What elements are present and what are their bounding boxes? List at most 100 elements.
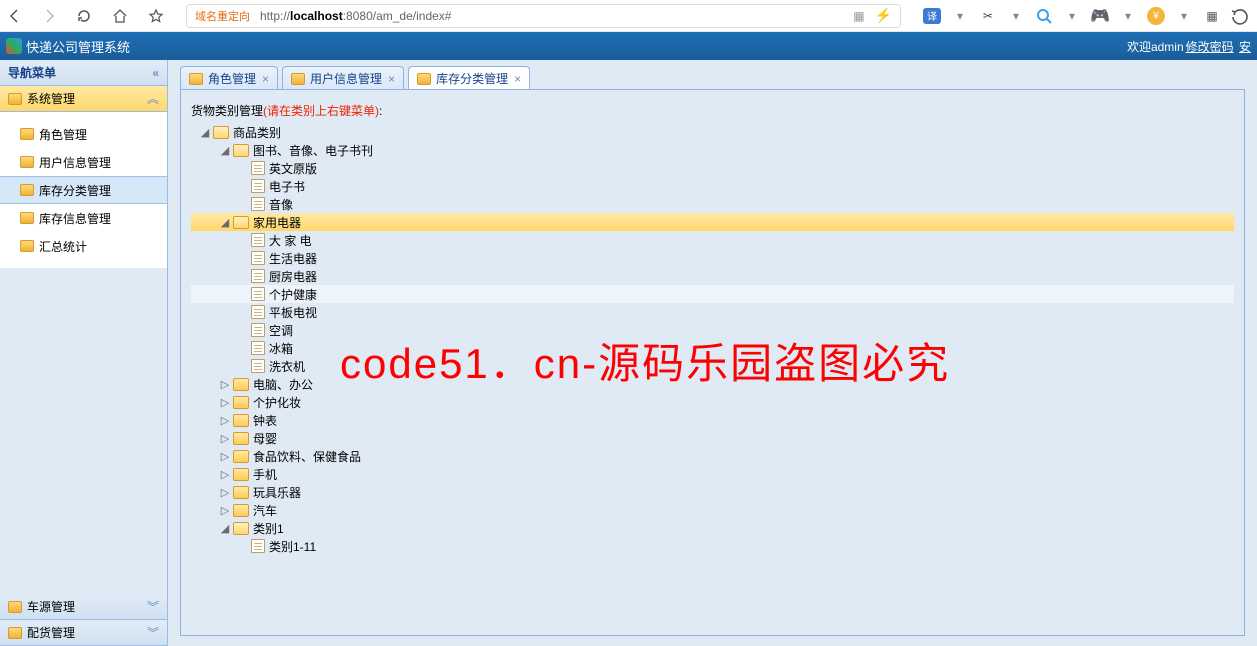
close-icon[interactable]: ×: [514, 72, 521, 86]
expand-icon[interactable]: ▷: [217, 414, 233, 427]
expand-icon[interactable]: ▷: [217, 396, 233, 409]
close-icon[interactable]: ×: [388, 72, 395, 86]
tree-leaf[interactable]: 空调: [191, 321, 1234, 339]
app-title: 快递公司管理系统: [26, 37, 130, 56]
tree-leaf[interactable]: 冰箱: [191, 339, 1234, 357]
tab-stock-category[interactable]: 库存分类管理×: [408, 66, 530, 90]
folder-icon: [20, 128, 34, 140]
tree-leaf[interactable]: 英文原版: [191, 159, 1234, 177]
expand-icon[interactable]: ▷: [217, 378, 233, 391]
tree-node-food[interactable]: ▷食品饮料、保健食品: [191, 447, 1234, 465]
page-icon: [251, 539, 265, 553]
chevron-up-icon: ︽: [147, 90, 159, 107]
expand-icon[interactable]: ▷: [217, 450, 233, 463]
content-panel: 货物类别管理(请在类别上右键菜单): ◢商品类别 ◢图书、音像、电子书刊 英文原…: [180, 89, 1245, 636]
tree-node-toy[interactable]: ▷玩具乐器: [191, 483, 1234, 501]
accordion-system-management[interactable]: 系统管理 ︽: [0, 86, 167, 112]
breadcrumb: 货物类别管理(请在类别上右键菜单):: [191, 102, 1234, 119]
accordion-distribution-management[interactable]: 配货管理 ︾: [0, 620, 167, 646]
folder-icon: [233, 504, 249, 517]
folder-open-icon: [213, 126, 229, 139]
expand-icon[interactable]: ▷: [217, 504, 233, 517]
expand-icon[interactable]: ▷: [217, 432, 233, 445]
back-button[interactable]: [8, 9, 22, 23]
folder-icon: [233, 414, 249, 427]
expand-icon[interactable]: ▷: [217, 486, 233, 499]
tree-leaf[interactable]: 音像: [191, 195, 1234, 213]
chevron-down-icon[interactable]: ▾: [1119, 7, 1137, 25]
safe-exit-link[interactable]: 安: [1239, 40, 1251, 54]
page-icon: [251, 161, 265, 175]
forward-button[interactable]: [42, 9, 56, 23]
folder-icon: [20, 212, 34, 224]
sidebar-item-stats[interactable]: 汇总统计: [0, 232, 167, 260]
tree-node-care[interactable]: ▷个护化妆: [191, 393, 1234, 411]
page-icon: [251, 233, 265, 247]
tree-node-car[interactable]: ▷汽车: [191, 501, 1234, 519]
folder-icon: [417, 73, 431, 85]
apps-icon[interactable]: ▦: [1203, 7, 1221, 25]
tree-leaf[interactable]: 生活电器: [191, 249, 1234, 267]
tree-leaf[interactable]: 类别1-11: [191, 537, 1234, 555]
tree-leaf[interactable]: 厨房电器: [191, 267, 1234, 285]
address-bar[interactable]: 域名重定向 http://localhost:8080/am_de/index#…: [186, 4, 901, 28]
chevron-down-icon: ︾: [147, 598, 159, 615]
translate-icon[interactable]: 译: [923, 8, 941, 24]
expand-icon[interactable]: ◢: [217, 522, 233, 535]
page-icon: [251, 323, 265, 337]
tree-node-cat1[interactable]: ◢类别1: [191, 519, 1234, 537]
tree-node-baby[interactable]: ▷母婴: [191, 429, 1234, 447]
sidebar-item-stock-category[interactable]: 库存分类管理: [0, 176, 167, 204]
expand-icon[interactable]: ◢: [217, 216, 233, 229]
sidebar-item-user[interactable]: 用户信息管理: [0, 148, 167, 176]
sidebar-item-role[interactable]: 角色管理: [0, 120, 167, 148]
expand-icon[interactable]: ◢: [197, 126, 213, 139]
scissors-icon[interactable]: ✂: [979, 7, 997, 25]
game-icon[interactable]: 🎮: [1091, 7, 1109, 25]
tab-user[interactable]: 用户信息管理×: [282, 66, 404, 90]
tree-leaf[interactable]: 平板电视: [191, 303, 1234, 321]
expand-icon[interactable]: ◢: [217, 144, 233, 157]
qr-icon[interactable]: ▦: [853, 9, 864, 23]
app-logo-icon: [6, 38, 22, 54]
close-icon[interactable]: ×: [262, 72, 269, 86]
chevron-down-icon[interactable]: ▾: [1007, 7, 1025, 25]
tree-node-root[interactable]: ◢商品类别: [191, 123, 1234, 141]
chevron-down-icon[interactable]: ▾: [951, 7, 969, 25]
tree-leaf[interactable]: 大 家 电: [191, 231, 1234, 249]
tree-leaf[interactable]: 电子书: [191, 177, 1234, 195]
bolt-icon[interactable]: ⚡: [875, 7, 892, 24]
page-icon: [251, 359, 265, 373]
coin-icon[interactable]: ¥: [1147, 7, 1165, 25]
sidebar-item-stock-info[interactable]: 库存信息管理: [0, 204, 167, 232]
page-icon: [251, 341, 265, 355]
folder-icon: [189, 73, 203, 85]
folder-icon: [233, 468, 249, 481]
home-button[interactable]: [112, 8, 128, 24]
change-password-link[interactable]: 修改密码: [1186, 40, 1234, 54]
tab-role[interactable]: 角色管理×: [180, 66, 278, 90]
tree-node-pc[interactable]: ▷电脑、办公: [191, 375, 1234, 393]
page-icon: [251, 197, 265, 211]
favorite-button[interactable]: [148, 8, 164, 24]
collapse-icon[interactable]: «: [152, 66, 159, 80]
tree-node-phone[interactable]: ▷手机: [191, 465, 1234, 483]
app-header: 快递公司管理系统 欢迎admin修改密码 安: [0, 32, 1257, 60]
tree-leaf[interactable]: 洗衣机: [191, 357, 1234, 375]
folder-open-icon: [233, 522, 249, 535]
main-area: 角色管理× 用户信息管理× 库存分类管理× 货物类别管理(请在类别上右键菜单):…: [168, 60, 1257, 646]
chevron-down-icon[interactable]: ▾: [1175, 7, 1193, 25]
reload-button[interactable]: [76, 8, 92, 24]
folder-icon: [233, 486, 249, 499]
search-icon[interactable]: [1035, 7, 1053, 25]
expand-icon[interactable]: ▷: [217, 468, 233, 481]
tree-leaf[interactable]: 个护健康: [191, 285, 1234, 303]
folder-icon: [8, 93, 22, 105]
tree-node-books[interactable]: ◢图书、音像、电子书刊: [191, 141, 1234, 159]
chevron-down-icon[interactable]: ▾: [1063, 7, 1081, 25]
tree-node-appliance[interactable]: ◢家用电器: [191, 213, 1234, 231]
undo-icon[interactable]: [1231, 7, 1249, 25]
accordion-vehicle-management[interactable]: 车源管理 ︾: [0, 594, 167, 620]
tree-node-watch[interactable]: ▷钟表: [191, 411, 1234, 429]
folder-icon: [291, 73, 305, 85]
